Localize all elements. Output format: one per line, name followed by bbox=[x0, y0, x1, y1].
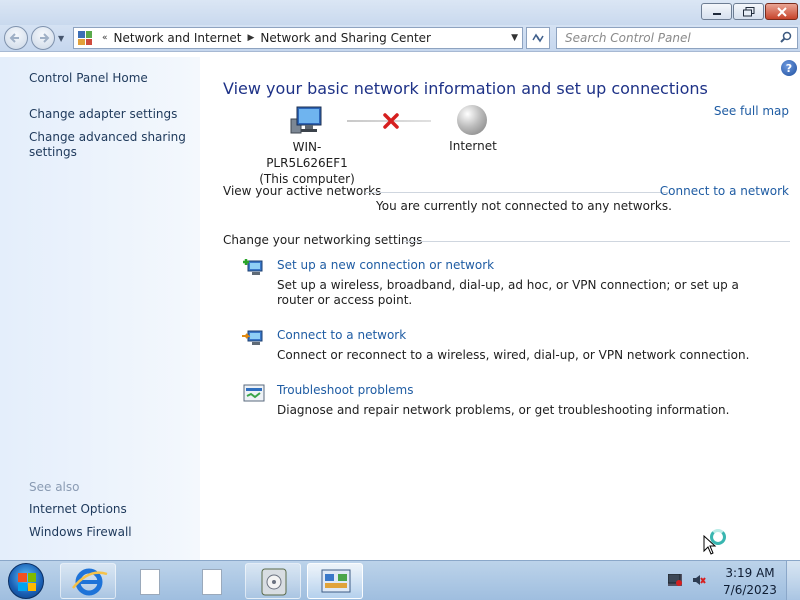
setup-new-connection-description: Set up a wireless, broadband, dial-up, a… bbox=[277, 278, 739, 307]
start-button[interactable] bbox=[8, 563, 44, 599]
navigation-bar: ▼ « Network and Internet ▶ Network and S… bbox=[0, 25, 800, 52]
divider bbox=[365, 192, 670, 193]
search-placeholder: Search Control Panel bbox=[565, 31, 691, 45]
sidebar-change-advanced-sharing-settings[interactable]: Change advanced sharing settings bbox=[29, 130, 189, 160]
control-panel-icon bbox=[78, 31, 92, 45]
restore-button[interactable] bbox=[733, 3, 764, 20]
sidebar-change-adapter-settings[interactable]: Change adapter settings bbox=[29, 107, 177, 122]
search-input[interactable]: Search Control Panel bbox=[556, 27, 798, 49]
connect-to-network-description: Connect or reconnect to a wireless, wire… bbox=[277, 348, 750, 362]
connect-to-network-link[interactable]: Connect to a network bbox=[660, 184, 789, 198]
change-settings-heading: Change your networking settings bbox=[223, 233, 423, 247]
sidebar-control-panel-home[interactable]: Control Panel Home bbox=[29, 71, 148, 86]
disconnected-x-icon bbox=[383, 113, 399, 129]
minimize-icon bbox=[712, 12, 721, 15]
address-bar[interactable]: « Network and Internet ▶ Network and Sha… bbox=[73, 27, 523, 49]
main-content: ? View your basic network information an… bbox=[200, 57, 800, 560]
setup-new-connection-link[interactable]: Set up a new connection or network bbox=[277, 258, 494, 272]
media-player-icon bbox=[261, 568, 287, 596]
back-arrow-icon bbox=[9, 33, 19, 43]
active-networks-heading: View your active networks bbox=[223, 184, 382, 198]
network-disconnected-tray-icon[interactable] bbox=[668, 574, 682, 586]
search-icon[interactable] bbox=[780, 31, 792, 43]
refresh-button[interactable] bbox=[526, 27, 550, 49]
connect-network-icon bbox=[242, 330, 263, 345]
sidebar: Control Panel Home Change adapter settin… bbox=[0, 57, 200, 560]
close-button[interactable] bbox=[765, 3, 798, 20]
refresh-icon bbox=[532, 33, 544, 43]
troubleshoot-problems-link[interactable]: Troubleshoot problems bbox=[277, 383, 413, 397]
troubleshoot-icon bbox=[243, 384, 265, 402]
taskbar-internet-explorer[interactable] bbox=[60, 563, 116, 599]
not-connected-status: You are currently not connected to any n… bbox=[376, 199, 672, 213]
forward-button[interactable] bbox=[31, 26, 55, 50]
document-icon bbox=[140, 569, 160, 595]
internet-globe-icon[interactable] bbox=[457, 105, 487, 135]
document-icon bbox=[202, 569, 222, 595]
clock-date[interactable]: 7/6/2023 bbox=[722, 583, 778, 597]
forward-arrow-icon bbox=[40, 33, 50, 43]
restore-icon bbox=[742, 6, 754, 16]
computer-name: WIN-PLR5L626EF1 bbox=[266, 140, 348, 170]
page-title: View your basic network information and … bbox=[223, 79, 708, 98]
breadcrumb-network-and-internet[interactable]: Network and Internet bbox=[114, 31, 242, 45]
control-panel-icon bbox=[321, 569, 351, 593]
internet-explorer-icon bbox=[72, 568, 108, 596]
computer-name-label: WIN-PLR5L626EF1 (This computer) bbox=[257, 139, 357, 187]
window-titlebar bbox=[0, 0, 800, 25]
see-also-heading: See also bbox=[29, 480, 80, 494]
taskbar-file-1[interactable] bbox=[122, 563, 178, 599]
busy-spinner-icon bbox=[710, 529, 726, 545]
volume-muted-tray-icon[interactable] bbox=[692, 573, 706, 587]
divider bbox=[403, 241, 790, 242]
internet-label: Internet bbox=[449, 139, 497, 153]
connect-to-network-task-link[interactable]: Connect to a network bbox=[277, 328, 406, 342]
new-connection-icon bbox=[243, 259, 263, 275]
clock-time[interactable]: 3:19 AM bbox=[722, 566, 778, 580]
sidebar-internet-options[interactable]: Internet Options bbox=[29, 502, 127, 517]
taskbar: 3:19 AM 7/6/2023 bbox=[0, 560, 800, 600]
address-dropdown-icon[interactable]: ▼ bbox=[511, 33, 518, 43]
taskbar-media-player[interactable] bbox=[245, 563, 301, 599]
help-icon[interactable]: ? bbox=[781, 60, 797, 76]
taskbar-control-panel[interactable] bbox=[307, 563, 363, 599]
back-button[interactable] bbox=[4, 26, 28, 50]
minimize-button[interactable] bbox=[701, 3, 732, 20]
recent-pages-dropdown-icon[interactable]: ▼ bbox=[58, 34, 64, 43]
taskbar-file-2[interactable] bbox=[184, 563, 240, 599]
see-full-map-link[interactable]: See full map bbox=[714, 104, 789, 118]
breadcrumb-network-and-sharing-center[interactable]: Network and Sharing Center bbox=[260, 31, 431, 45]
breadcrumb-chevron-icon[interactable]: ▶ bbox=[247, 33, 254, 43]
windows-logo-icon bbox=[18, 573, 36, 591]
sidebar-windows-firewall[interactable]: Windows Firewall bbox=[29, 525, 132, 540]
computer-icon[interactable] bbox=[289, 105, 323, 135]
troubleshoot-problems-description: Diagnose and repair network problems, or… bbox=[277, 403, 730, 417]
breadcrumb-overflow-icon[interactable]: « bbox=[102, 33, 108, 43]
close-icon bbox=[776, 6, 787, 17]
show-desktop-button[interactable] bbox=[786, 561, 800, 600]
